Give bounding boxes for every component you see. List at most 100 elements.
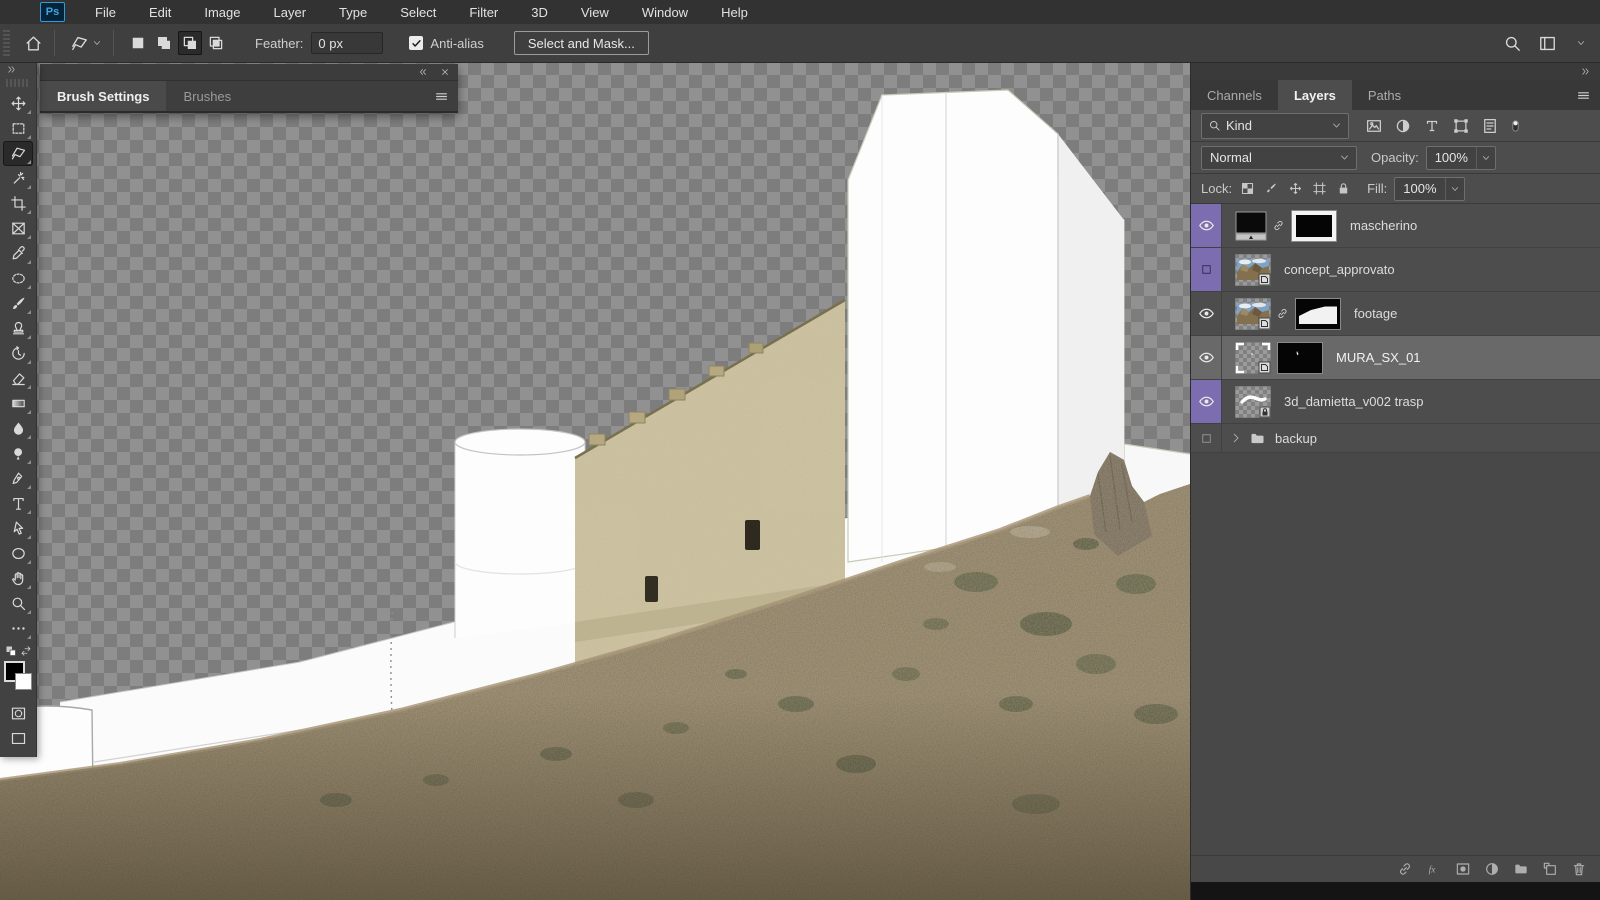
menu-item-view[interactable]: View [581, 5, 609, 20]
tab-channels[interactable]: Channels [1191, 80, 1278, 110]
layer-thumbnail-transparent[interactable] [1235, 386, 1271, 418]
menu-item-help[interactable]: Help [721, 5, 748, 20]
collapse-panel-icon[interactable] [418, 67, 428, 77]
lock-pixels-icon[interactable] [1264, 181, 1279, 196]
feather-input[interactable] [311, 32, 383, 54]
panel-menu-icon[interactable] [434, 90, 449, 103]
swap-colors-icon[interactable] [20, 645, 32, 657]
layer-row-mascherino[interactable]: mascherino [1191, 204, 1600, 248]
filter-adjustment-layers-icon[interactable] [1394, 117, 1412, 135]
layer-filter-dropdown[interactable]: Kind [1201, 113, 1349, 139]
lock-transparency-icon[interactable] [1240, 181, 1255, 196]
document-canvas[interactable] [0, 62, 1190, 900]
tab-paths[interactable]: Paths [1352, 80, 1417, 110]
lock-position-icon[interactable] [1288, 181, 1303, 196]
expand-group-icon[interactable] [1230, 432, 1242, 444]
blur-tool[interactable] [3, 416, 33, 441]
lock-all-icon[interactable] [1336, 181, 1351, 196]
filter-type-layers-icon[interactable] [1423, 117, 1441, 135]
new-layer-button[interactable] [1542, 861, 1558, 877]
expand-panel-icon[interactable] [6, 64, 17, 75]
layer-thumbnail-adjustment[interactable] [1235, 210, 1267, 242]
marquee-tool[interactable] [3, 116, 33, 141]
pen-tool[interactable] [3, 466, 33, 491]
menu-item-layer[interactable]: Layer [274, 5, 307, 20]
layer-mask-thumbnail[interactable] [1291, 210, 1337, 242]
menu-item-image[interactable]: Image [204, 5, 240, 20]
home-icon[interactable] [24, 34, 43, 53]
opacity-dropdown[interactable]: 100% [1426, 146, 1496, 170]
default-colors-icon[interactable] [5, 645, 17, 657]
layer-row-footage[interactable]: footage [1191, 292, 1600, 336]
delete-layer-button[interactable] [1571, 861, 1587, 877]
frame-tool[interactable] [3, 216, 33, 241]
workspace-switcher-icon[interactable] [1538, 34, 1557, 53]
new-selection-button[interactable] [126, 31, 150, 55]
zoom-tool[interactable] [3, 591, 33, 616]
intersect-selection-button[interactable] [204, 31, 228, 55]
edit-toolbar[interactable] [3, 616, 33, 641]
brush-tool[interactable] [3, 291, 33, 316]
screen-mode-button[interactable] [3, 726, 33, 751]
select-and-mask-button[interactable]: Select and Mask... [514, 31, 649, 55]
layer-style-button[interactable]: fx [1426, 861, 1442, 877]
anti-alias-checkbox[interactable] [409, 36, 423, 50]
tab-layers[interactable]: Layers [1278, 80, 1352, 110]
gradient-tool[interactable] [3, 391, 33, 416]
menu-item-window[interactable]: Window [642, 5, 688, 20]
menu-item-select[interactable]: Select [400, 5, 436, 20]
link-mask-icon[interactable] [1272, 217, 1285, 234]
layer-mask-thumbnail[interactable] [1277, 342, 1323, 374]
healing-brush-tool[interactable] [3, 266, 33, 291]
clone-stamp-tool[interactable] [3, 316, 33, 341]
eyedropper-tool[interactable] [3, 241, 33, 266]
type-tool[interactable] [3, 491, 33, 516]
filter-smart-objects-icon[interactable] [1481, 117, 1499, 135]
layer-group-backup[interactable]: backup [1191, 424, 1600, 453]
current-tool-preview[interactable] [70, 34, 102, 53]
chevron-down-icon[interactable] [1576, 38, 1586, 48]
panel-menu-icon[interactable] [1576, 89, 1591, 102]
dodge-tool[interactable] [3, 441, 33, 466]
visibility-eye-icon[interactable] [1198, 217, 1215, 234]
layer-row-mura-sx-01[interactable]: MURA_SX_01 [1191, 336, 1600, 380]
close-panel-icon[interactable] [440, 67, 450, 77]
history-brush-tool[interactable] [3, 341, 33, 366]
crop-tool[interactable] [3, 191, 33, 216]
layer-mask-thumbnail[interactable] [1295, 298, 1341, 330]
new-adjustment-layer-button[interactable] [1484, 861, 1500, 877]
visibility-eye-empty[interactable] [1200, 432, 1213, 445]
shape-tool[interactable] [3, 541, 33, 566]
filter-shape-layers-icon[interactable] [1452, 117, 1470, 135]
add-selection-button[interactable] [152, 31, 176, 55]
color-swatches[interactable] [3, 661, 33, 695]
add-layer-mask-button[interactable] [1455, 861, 1471, 877]
eraser-tool[interactable] [3, 366, 33, 391]
tab-brushes[interactable]: Brushes [166, 81, 248, 111]
visibility-eye-icon[interactable] [1198, 393, 1215, 410]
filter-pixel-layers-icon[interactable] [1365, 117, 1383, 135]
move-tool[interactable] [3, 91, 33, 116]
background-color[interactable] [15, 673, 32, 690]
search-icon[interactable] [1503, 34, 1522, 53]
visibility-eye-empty[interactable] [1200, 263, 1213, 276]
new-group-button[interactable] [1513, 861, 1529, 877]
menu-item-3d[interactable]: 3D [531, 5, 548, 20]
path-select-tool[interactable] [3, 516, 33, 541]
tab-brush-settings[interactable]: Brush Settings [40, 81, 166, 111]
blend-mode-dropdown[interactable]: Normal [1201, 146, 1357, 170]
visibility-eye-icon[interactable] [1198, 349, 1215, 366]
layer-thumbnail-photo[interactable] [1235, 298, 1271, 330]
layer-row-concept-approvato[interactable]: concept_approvato [1191, 248, 1600, 292]
layer-thumbnail-photo[interactable] [1235, 254, 1271, 286]
quick-mask-button[interactable] [3, 701, 33, 726]
collapse-panels-icon[interactable] [1580, 66, 1591, 77]
layer-row-3d-damietta[interactable]: 3d_damietta_v002 trasp [1191, 380, 1600, 424]
fill-dropdown[interactable]: 100% [1394, 177, 1464, 201]
subtract-selection-button[interactable] [178, 31, 202, 55]
link-layers-button[interactable] [1397, 861, 1413, 877]
filtering-toggle[interactable] [1509, 115, 1522, 137]
menu-item-edit[interactable]: Edit [149, 5, 171, 20]
lock-artboard-icon[interactable] [1312, 181, 1327, 196]
visibility-eye-icon[interactable] [1198, 305, 1215, 322]
